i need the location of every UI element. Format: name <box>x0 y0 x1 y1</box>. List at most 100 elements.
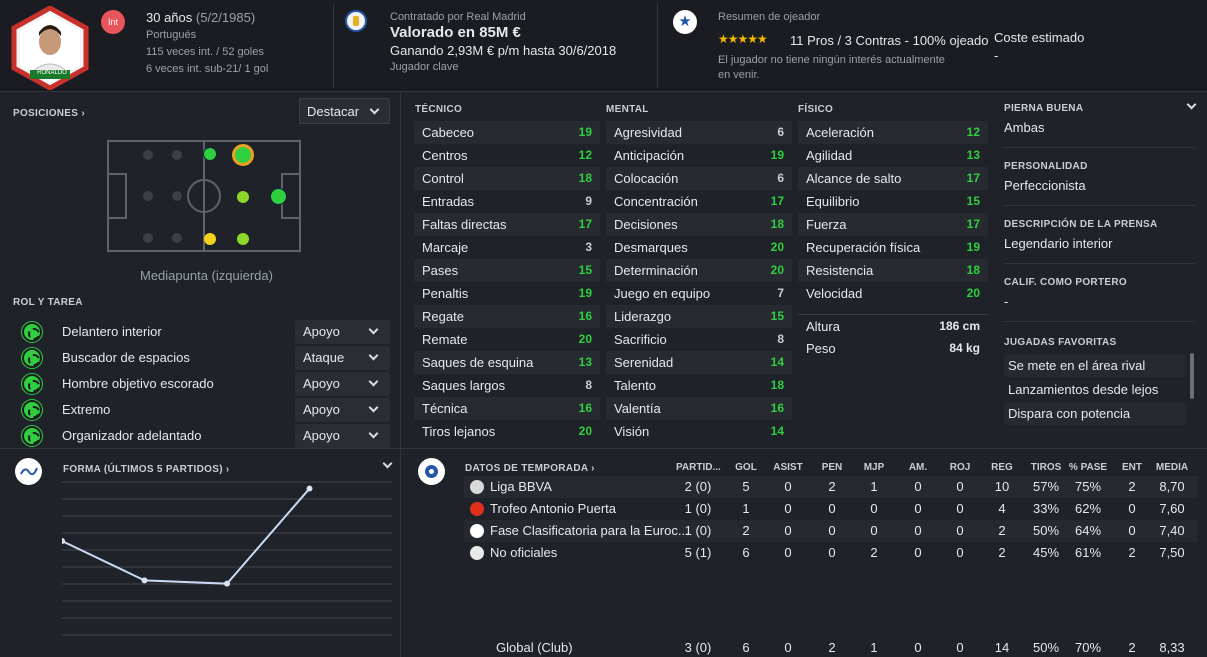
stat-column-header[interactable]: PEN <box>810 462 854 473</box>
scout-report-label[interactable]: Resumen de ojeador <box>718 11 820 23</box>
press-description-label: DESCRIPCIÓN DE LA PRENSA <box>1004 219 1158 230</box>
form-chart-icon[interactable] <box>15 458 42 485</box>
stat-column-header[interactable]: TIROS <box>1024 462 1068 473</box>
competition-row[interactable]: Liga BBVA 2 (0) 5 0 2 1 0 0 10 57% 75% 2 8,70 <box>464 476 1198 498</box>
trait-item[interactable]: Dispara con potencia <box>1004 403 1186 425</box>
attribute-row[interactable]: Valentía 16 <box>606 397 792 420</box>
attribute-row[interactable]: Faltas directas 17 <box>414 213 600 236</box>
attribute-value: 14 <box>770 424 784 438</box>
international-badge[interactable]: Int <box>101 10 125 34</box>
duty-dropdown[interactable]: Apoyo <box>295 398 390 422</box>
positions-title[interactable]: POSICIONES › <box>13 108 85 119</box>
attribute-value: 12 <box>578 148 592 162</box>
attribute-row[interactable]: Equilibrio 15 <box>798 190 988 213</box>
attribute-row[interactable]: Resistencia 18 <box>798 259 988 282</box>
attribute-row[interactable]: Aceleración 12 <box>798 121 988 144</box>
club-badge-icon[interactable] <box>345 10 367 32</box>
role-row[interactable]: Hombre objetivo escorado Apoyo <box>0 371 400 397</box>
attribute-row[interactable]: Agresividad 6 <box>606 121 792 144</box>
attribute-row[interactable]: Cabeceo 19 <box>414 121 600 144</box>
stat-column-header[interactable]: ROJ <box>938 462 982 473</box>
competition-row[interactable]: Trofeo Antonio Puerta 1 (0) 1 0 0 0 0 0 4 33% 62% 0… <box>464 498 1198 520</box>
stat-column-header[interactable]: REG <box>980 462 1024 473</box>
competition-name[interactable]: Fase Clasificatoria para la Euroc... <box>490 520 695 542</box>
form-title[interactable]: FORMA (ÚLTIMOS 5 PARTIDOS) › <box>63 464 230 475</box>
scout-star-icon[interactable]: ★ <box>673 10 697 34</box>
attribute-row[interactable]: Colocación 6 <box>606 167 792 190</box>
attribute-row[interactable]: Determinación 20 <box>606 259 792 282</box>
competition-icon <box>470 524 484 538</box>
competition-name[interactable]: No oficiales <box>490 542 695 564</box>
attribute-row[interactable]: Entradas 9 <box>414 190 600 213</box>
attribute-row[interactable]: Tiros lejanos 20 <box>414 420 600 443</box>
attribute-row[interactable]: Liderazgo 15 <box>606 305 792 328</box>
competition-row[interactable]: Fase Clasificatoria para la Euroc... 1 (0… <box>464 520 1198 542</box>
attribute-row[interactable]: Desmarques 20 <box>606 236 792 259</box>
attribute-row[interactable]: Decisiones 18 <box>606 213 792 236</box>
duty-dropdown[interactable]: Apoyo <box>295 372 390 396</box>
attribute-row[interactable]: Visión 14 <box>606 420 792 443</box>
competition-name[interactable]: Trofeo Antonio Puerta <box>490 498 695 520</box>
attribute-row[interactable]: Centros 12 <box>414 144 600 167</box>
attribute-row[interactable]: Agilidad 13 <box>798 144 988 167</box>
duty-dropdown[interactable]: Apoyo <box>295 424 390 448</box>
role-row[interactable]: Buscador de espacios Ataque <box>0 345 400 371</box>
highlight-dropdown[interactable]: Destacar <box>299 98 390 124</box>
form-collapse-icon[interactable] <box>382 458 393 469</box>
attribute-row[interactable]: Sacrificio 8 <box>606 328 792 351</box>
form-point[interactable] <box>224 580 230 587</box>
player-nationality[interactable]: Portugués <box>146 29 196 41</box>
season-stats-icon[interactable] <box>418 458 445 485</box>
stat-column-header[interactable]: % PASE <box>1066 462 1110 473</box>
stat-column-header[interactable]: MJP <box>852 462 896 473</box>
duty-dropdown[interactable]: Ataque <box>295 346 390 370</box>
stat-column-header[interactable]: GOL <box>724 462 768 473</box>
form-point[interactable] <box>141 577 148 584</box>
attribute-row[interactable]: Control 18 <box>414 167 600 190</box>
competition-name[interactable]: Liga BBVA <box>490 476 695 498</box>
role-row[interactable]: Organizador adelantado Apoyo <box>0 423 400 449</box>
player-avatar[interactable]: RONALDO <box>8 5 92 91</box>
attribute-row[interactable]: Alcance de salto 17 <box>798 167 988 190</box>
stat-column-header[interactable]: PARTID... <box>676 462 721 473</box>
attribute-row[interactable]: Velocidad 20 <box>798 282 988 305</box>
role-row[interactable]: Extremo Apoyo <box>0 397 400 423</box>
attribute-row[interactable]: Juego en equipo 7 <box>606 282 792 305</box>
stat-column-header[interactable]: ENT <box>1110 462 1154 473</box>
stat-column-header[interactable]: AM. <box>896 462 940 473</box>
position-dot-mc[interactable] <box>237 191 249 203</box>
attribute-row[interactable]: Remate 20 <box>414 328 600 351</box>
position-dot-st[interactable] <box>270 188 287 205</box>
stat-column-header[interactable]: MEDIA <box>1150 462 1194 473</box>
stat-column-header[interactable]: ASIST <box>766 462 810 473</box>
attribute-row[interactable]: Concentración 17 <box>606 190 792 213</box>
position-dot-mcl[interactable] <box>203 147 217 161</box>
position-dot-amr[interactable] <box>237 233 249 245</box>
attribute-row[interactable]: Recuperación física 19 <box>798 236 988 259</box>
attribute-row[interactable]: Talento 18 <box>606 374 792 397</box>
attribute-row[interactable]: Anticipación 19 <box>606 144 792 167</box>
attribute-row[interactable]: Pases 15 <box>414 259 600 282</box>
attribute-row[interactable]: Serenidad 14 <box>606 351 792 374</box>
attribute-row[interactable]: Penaltis 19 <box>414 282 600 305</box>
stat-cell: 0 <box>956 501 964 516</box>
trait-item[interactable]: Lanzamientos desde lejos <box>1004 379 1186 401</box>
trait-item[interactable]: Se mete en el área rival <box>1004 355 1186 377</box>
role-row[interactable]: Delantero interior Apoyo <box>0 319 400 345</box>
attribute-row[interactable]: Técnica 16 <box>414 397 600 420</box>
duty-dropdown[interactable]: Apoyo <box>295 320 390 344</box>
competition-row[interactable]: No oficiales 5 (1) 6 0 0 2 0 0 2 45% 61% 2 7,50 <box>464 542 1198 564</box>
attribute-row[interactable]: Regate 16 <box>414 305 600 328</box>
form-point[interactable] <box>306 485 313 492</box>
traits-scrollbar[interactable] <box>1190 353 1194 399</box>
attribute-row[interactable]: Saques largos 8 <box>414 374 600 397</box>
attribute-row[interactable]: Saques de esquina 13 <box>414 351 600 374</box>
attribute-row[interactable]: Marcaje 3 <box>414 236 600 259</box>
attribute-row[interactable]: Fuerza 17 <box>798 213 988 236</box>
position-dot-aml-selected[interactable] <box>232 144 254 166</box>
contract-label[interactable]: Contratado por Real Madrid <box>390 11 526 23</box>
position-dot-mr[interactable] <box>204 233 216 245</box>
profile-collapse-icon[interactable] <box>1186 99 1197 110</box>
total-row[interactable]: Global (Club) 3 (0) 6 0 2 1 0 0 14 50% 70% 2 8,33 <box>464 637 1198 657</box>
season-stats-title[interactable]: DATOS DE TEMPORADA › <box>465 463 595 474</box>
